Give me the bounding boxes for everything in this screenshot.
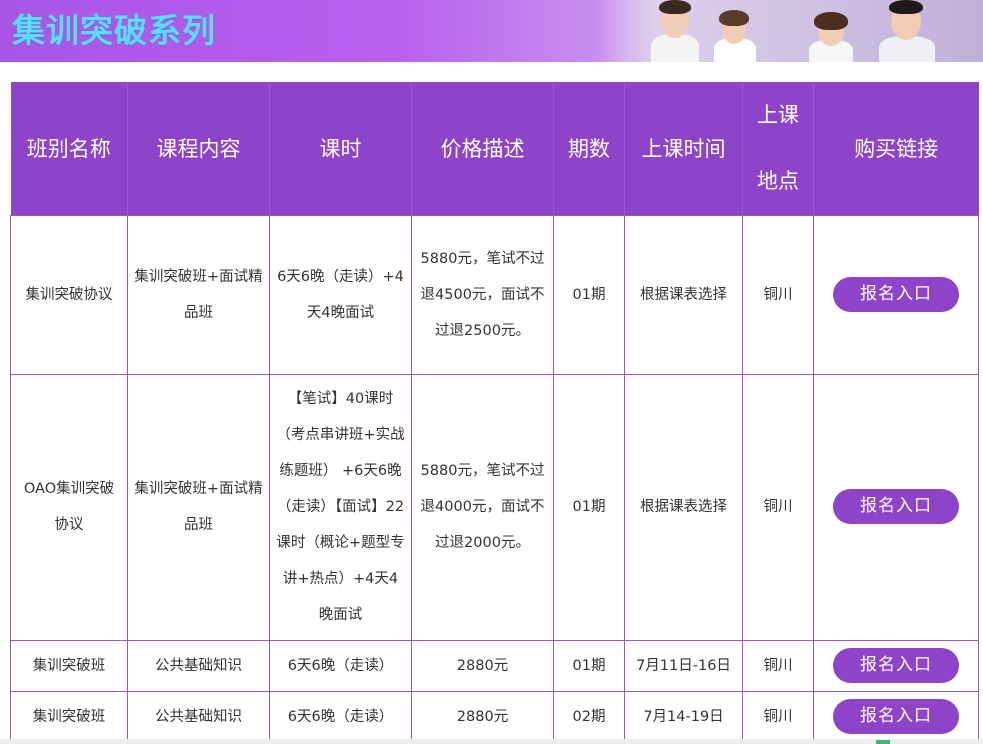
banner-title: 集训突破系列: [12, 11, 216, 50]
cell-purchase-link: 报名入口: [813, 373, 979, 641]
cell-purchase-link: 报名入口: [813, 639, 979, 692]
header-class-hours: 课时: [269, 82, 412, 215]
cell-price-description: 2880元: [411, 639, 554, 692]
cell-period: 02期: [553, 690, 625, 743]
person-figure: [645, 0, 705, 62]
course-table: 班别名称 课程内容 课时 价格描述 期数 上课时间 上课地点 购买链接 集训突破…: [10, 82, 979, 743]
cell-class-hours: 6天6晚（走读）+4天4晚面试: [269, 214, 412, 375]
header-location-label: 上课地点: [757, 103, 799, 194]
cell-class-name: 集训突破班: [10, 690, 128, 743]
cell-purchase-link: 报名入口: [813, 214, 979, 375]
table-row: OAO集训突破协议 集训突破班+面试精品班 【笔试】40课时（考点串讲班+实战练…: [10, 373, 979, 641]
cell-class-time: 根据课表选择: [624, 373, 743, 641]
cell-price-description: 2880元: [411, 690, 554, 743]
header-course-content: 课程内容: [127, 82, 270, 215]
header-price-description: 价格描述: [411, 82, 554, 215]
table-row: 集训突破班 公共基础知识 6天6晚（走读） 2880元 02期 7月14-19日…: [10, 690, 979, 743]
cell-class-time: 7月14-19日: [624, 690, 743, 743]
banner: 集训突破系列: [0, 0, 983, 62]
bottom-marker: [876, 740, 890, 744]
cell-purchase-link: 报名入口: [813, 690, 979, 743]
cell-location: 铜川: [742, 690, 814, 743]
cell-class-hours: 6天6晚（走读）: [269, 639, 412, 692]
signup-button[interactable]: 报名入口: [833, 647, 959, 683]
header-class-time: 上课时间: [624, 82, 743, 215]
cell-class-hours: 6天6晚（走读）: [269, 690, 412, 743]
cell-class-time: 根据课表选择: [624, 214, 743, 375]
cell-class-name: OAO集训突破协议: [10, 373, 128, 641]
header-purchase-link: 购买链接: [813, 82, 979, 215]
cell-course-content: 集训突破班+面试精品班: [127, 214, 270, 375]
header-period: 期数: [553, 82, 625, 215]
cell-class-name: 集训突破班: [10, 639, 128, 692]
course-table-container: 班别名称 课程内容 课时 价格描述 期数 上课时间 上课地点 购买链接 集训突破…: [10, 82, 979, 743]
cell-period: 01期: [553, 373, 625, 641]
cell-location: 铜川: [742, 639, 814, 692]
cell-location: 铜川: [742, 373, 814, 641]
cell-class-name: 集训突破协议: [10, 214, 128, 375]
person-figure: [710, 8, 760, 62]
banner-photo: [600, 0, 983, 62]
person-figure: [805, 10, 857, 62]
cell-period: 01期: [553, 214, 625, 375]
cell-price-description: 5880元，笔试不过退4500元，面试不过退2500元。: [411, 214, 554, 375]
signup-button[interactable]: 报名入口: [833, 698, 959, 734]
bottom-divider: [0, 739, 983, 744]
signup-button[interactable]: 报名入口: [833, 489, 959, 524]
cell-period: 01期: [553, 639, 625, 692]
person-figure: [875, 0, 939, 62]
signup-button[interactable]: 报名入口: [833, 276, 959, 312]
cell-class-hours: 【笔试】40课时（考点串讲班+实战练题班） +6天6晚（走读）【面试】22课时（…: [269, 373, 412, 641]
cell-class-time: 7月11日-16日: [624, 639, 743, 692]
cell-price-description: 5880元，笔试不过退4000元，面试不过退2000元。: [411, 373, 554, 641]
header-location: 上课地点: [742, 82, 814, 215]
cell-course-content: 公共基础知识: [127, 639, 270, 692]
cell-location: 铜川: [742, 214, 814, 375]
table-header-row: 班别名称 课程内容 课时 价格描述 期数 上课时间 上课地点 购买链接: [10, 82, 979, 215]
cell-course-content: 集训突破班+面试精品班: [127, 373, 270, 641]
cell-course-content: 公共基础知识: [127, 690, 270, 743]
header-class-name: 班别名称: [10, 82, 128, 215]
table-row: 集训突破班 公共基础知识 6天6晚（走读） 2880元 01期 7月11日-16…: [10, 639, 979, 692]
table-row: 集训突破协议 集训突破班+面试精品班 6天6晚（走读）+4天4晚面试 5880元…: [10, 214, 979, 375]
